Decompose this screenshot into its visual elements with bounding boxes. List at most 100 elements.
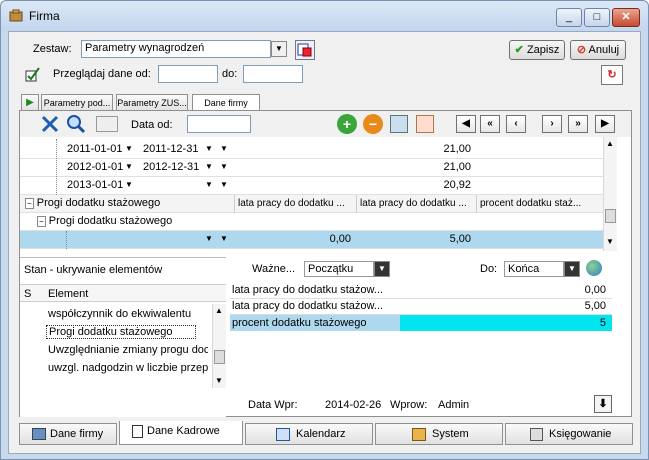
add-record-icon[interactable]: + <box>337 114 357 134</box>
save-button[interactable]: ✔ Zapisz <box>509 40 565 60</box>
main-panel: Data od: + − ◀ « ‹ › » ▶ 2011-01-01 ▼ 20… <box>19 110 632 417</box>
collapse-icon[interactable]: − <box>25 198 34 209</box>
date-row[interactable]: 2011-01-01 ▼ 2011-12-31 ▼ ▼ 21,00 <box>20 141 617 159</box>
calendar-icon[interactable] <box>96 116 118 132</box>
tab-label: System <box>432 428 469 440</box>
detail-label: lata pracy do dodatku stażow... <box>232 284 384 296</box>
scroll-up-icon[interactable]: ▲ <box>215 306 223 315</box>
subgroup-row: − Progi dodatku stażowego <box>20 213 617 231</box>
edit-checkbox-icon[interactable] <box>25 66 41 82</box>
scroll-thumb[interactable] <box>214 350 225 364</box>
download-arrow-icon[interactable]: ⬇ <box>594 395 612 413</box>
column-header[interactable]: lata pracy do dodatku ... <box>234 195 356 213</box>
detail-value[interactable]: 0,00 <box>585 284 606 296</box>
do-select[interactable]: Końca <box>504 261 564 277</box>
zestaw-select[interactable]: Parametry wynagrodzeń <box>81 40 271 58</box>
minimize-button[interactable]: _ <box>556 8 582 27</box>
list-item[interactable]: współczynnik do ekwiwalentu <box>48 308 208 320</box>
chevron-down-icon[interactable]: ▼ <box>205 144 213 153</box>
scroll-up-icon[interactable]: ▲ <box>606 139 614 148</box>
col-element-header[interactable]: Element <box>48 288 88 300</box>
date-from-input[interactable] <box>158 65 218 83</box>
detail-row[interactable]: lata pracy do dodatku stażow... 0,00 <box>230 283 612 299</box>
scroll-thumb[interactable] <box>605 209 616 223</box>
chevron-down-icon[interactable]: ▼ <box>125 180 133 189</box>
scroll-down-icon[interactable]: ▼ <box>215 376 223 385</box>
copy-record-icon[interactable] <box>416 115 434 133</box>
tree-line <box>66 231 67 249</box>
nav-prev-page-button[interactable]: « <box>480 115 500 133</box>
search-icon[interactable] <box>65 114 87 134</box>
tab-system[interactable]: System <box>375 423 503 445</box>
chevron-down-icon[interactable]: ▼ <box>220 162 228 171</box>
collapse-icon[interactable]: − <box>37 216 46 227</box>
list-item-selected[interactable]: Progi dodatku stażowego <box>46 325 196 339</box>
chevron-down-icon[interactable]: ▼ <box>220 144 228 153</box>
subgroup-label[interactable]: − Progi dodatku stażowego <box>34 213 230 231</box>
details-pane: Ważne... Początku ▼ Do: Końca ▼ lata pra… <box>230 257 631 357</box>
date-to-input[interactable] <box>243 65 303 83</box>
remove-record-icon[interactable]: − <box>363 114 383 134</box>
data-od-input[interactable] <box>187 115 251 133</box>
cancel-button[interactable]: ⊘ Anuluj <box>570 40 626 60</box>
app-icon <box>9 9 23 22</box>
col-s-header[interactable]: S <box>24 288 31 300</box>
value-cell[interactable]: 5,00 <box>356 231 474 249</box>
detail-row[interactable]: lata pracy do dodatku stażow... 5,00 <box>230 299 612 315</box>
chevron-down-icon[interactable]: ▼ <box>220 180 228 189</box>
detail-value[interactable]: 5,00 <box>585 300 606 312</box>
do-label: do: <box>222 68 238 80</box>
nav-next-button[interactable]: › <box>542 115 562 133</box>
value-cell[interactable] <box>476 231 601 249</box>
detail-value[interactable]: 5 <box>400 315 612 331</box>
chevron-down-icon[interactable]: ▼ <box>205 180 213 189</box>
date-row[interactable]: 2012-01-01 ▼ 2012-12-31 ▼ ▼ 21,00 <box>20 159 617 177</box>
value-cell[interactable]: 0,00 <box>234 231 354 249</box>
nav-first-button[interactable]: ◀ <box>456 115 476 133</box>
grid-scrollbar[interactable]: ▲ ▼ <box>603 137 617 251</box>
nav-next-page-button[interactable]: » <box>568 115 588 133</box>
chevron-down-icon[interactable]: ▼ <box>125 162 133 171</box>
selected-row[interactable]: ▼ ▼ 0,00 5,00 <box>20 231 617 249</box>
zestaw-edit-icon[interactable] <box>295 40 315 60</box>
tab-kalendarz[interactable]: Kalendarz <box>245 423 373 445</box>
data-wpr-value: 2014-02-26 <box>325 399 382 411</box>
tab-label: Kalendarz <box>296 428 346 440</box>
list-item[interactable]: uwzgl. nadgodzin w liczbie przep <box>48 362 208 374</box>
wazne-dropdown-button[interactable]: ▼ <box>374 261 390 277</box>
column-header[interactable]: procent dodatku staż... <box>476 195 601 213</box>
client-area: Zestaw: Parametry wynagrodzeń ▼ ✔ Zapisz… <box>8 31 641 454</box>
list-scrollbar[interactable]: ▲ ▼ <box>212 304 226 388</box>
firma-window: Firma _ □ ✕ Zestaw: Parametry wynagrodze… <box>0 0 649 460</box>
pane-header: Stan - ukrywanie elementów <box>24 264 163 276</box>
tools-icon[interactable] <box>40 114 62 134</box>
nav-last-button[interactable]: ▶ <box>595 115 615 133</box>
chevron-down-icon[interactable]: ▼ <box>205 234 213 243</box>
tab-dane-kadrowe[interactable]: Dane Kadrowe <box>119 421 243 445</box>
edit-record-icon[interactable] <box>390 115 408 133</box>
chevron-down-icon[interactable]: ▼ <box>205 162 213 171</box>
tab-dane-firmy-module[interactable]: Dane firmy <box>19 423 117 445</box>
do-dropdown-button[interactable]: ▼ <box>564 261 580 277</box>
tab-ksiegowanie[interactable]: Księgowanie <box>505 423 633 445</box>
scroll-down-icon[interactable]: ▼ <box>606 237 614 246</box>
chevron-down-icon[interactable]: ▼ <box>220 234 228 243</box>
data-wpr-label: Data Wpr: <box>248 399 298 411</box>
column-header[interactable]: lata pracy do dodatku ... <box>356 195 476 213</box>
zestaw-dropdown-button[interactable]: ▼ <box>271 41 287 57</box>
globe-icon[interactable] <box>586 260 602 276</box>
cancel-icon: ⊘ <box>576 44 587 56</box>
nav-prev-button[interactable]: ‹ <box>506 115 526 133</box>
detail-row-highlighted[interactable]: procent dodatku stażowego 5 <box>230 315 612 331</box>
value-cell[interactable]: 21,00 <box>234 159 474 177</box>
close-button[interactable]: ✕ <box>612 8 640 27</box>
refresh-icon[interactable]: ↻ <box>601 65 623 85</box>
group-label[interactable]: − Progi dodatku stażowego <box>22 195 232 213</box>
list-item[interactable]: Uwzględnianie zmiany progu doc <box>48 344 208 356</box>
value-cell[interactable]: 21,00 <box>234 141 474 159</box>
date-row[interactable]: 2013-01-01 ▼ ▼ ▼ 20,92 <box>20 177 617 195</box>
value-cell[interactable]: 20,92 <box>234 177 474 195</box>
wazne-select[interactable]: Początku <box>304 261 374 277</box>
maximize-button[interactable]: □ <box>584 8 610 27</box>
chevron-down-icon[interactable]: ▼ <box>125 144 133 153</box>
